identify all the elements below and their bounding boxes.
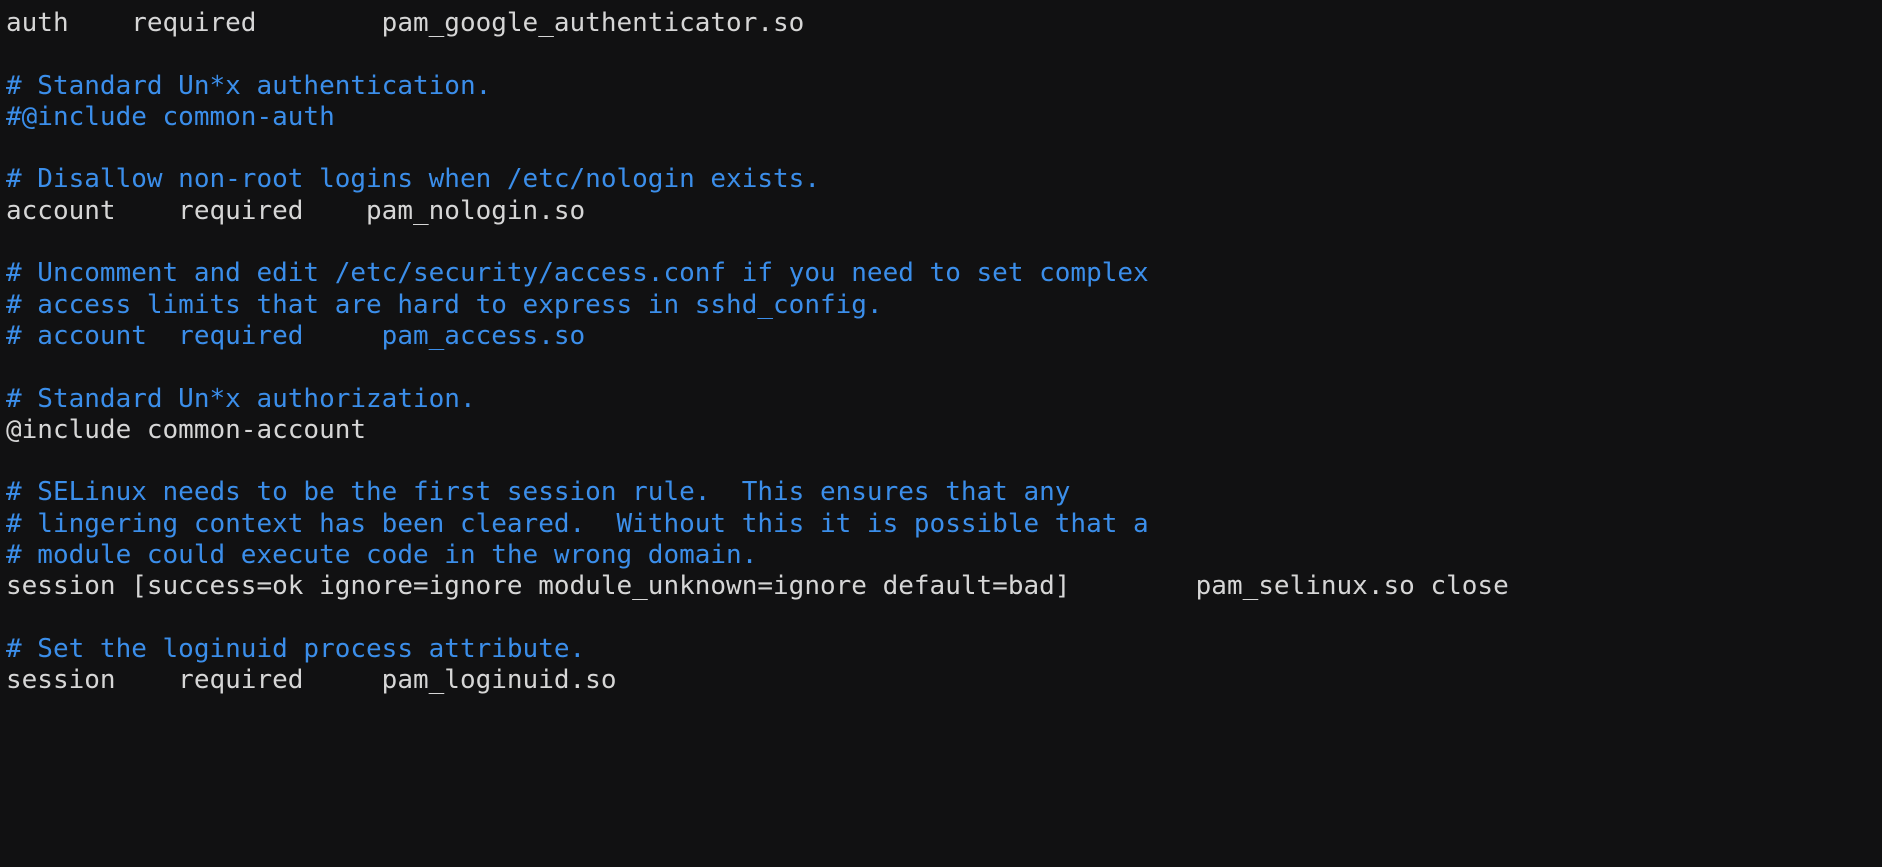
terminal-text-buffer[interactable]: auth required pam_google_authenticator.s… <box>6 8 1882 697</box>
terminal-window[interactable]: auth required pam_google_authenticator.s… <box>0 0 1882 867</box>
terminal-line: # Set the loginuid process attribute. <box>6 633 586 664</box>
terminal-line: # SELinux needs to be the first session … <box>6 477 1071 508</box>
terminal-line: # Disallow non-root logins when /etc/nol… <box>6 164 820 195</box>
terminal-line: session required pam_loginuid.so <box>6 665 617 696</box>
terminal-line: #@include common-auth <box>6 101 335 132</box>
terminal-line: # Standard Un*x authorization. <box>6 383 476 414</box>
terminal-line: # Uncomment and edit /etc/security/acces… <box>6 258 1149 289</box>
terminal-line: auth required pam_google_authenticator.s… <box>6 8 805 38</box>
terminal-line: # account required pam_access.so <box>6 320 586 351</box>
terminal-line: # lingering context has been cleared. Wi… <box>6 508 1149 539</box>
terminal-line: # module could execute code in the wrong… <box>6 540 758 571</box>
terminal-line: account required pam_nologin.so <box>6 195 586 226</box>
terminal-line: # access limits that are hard to express… <box>6 289 883 320</box>
terminal-line: @include common-account <box>6 414 367 445</box>
terminal-line: # Standard Un*x authentication. <box>6 70 492 101</box>
terminal-line: session [success=ok ignore=ignore module… <box>6 571 1509 602</box>
